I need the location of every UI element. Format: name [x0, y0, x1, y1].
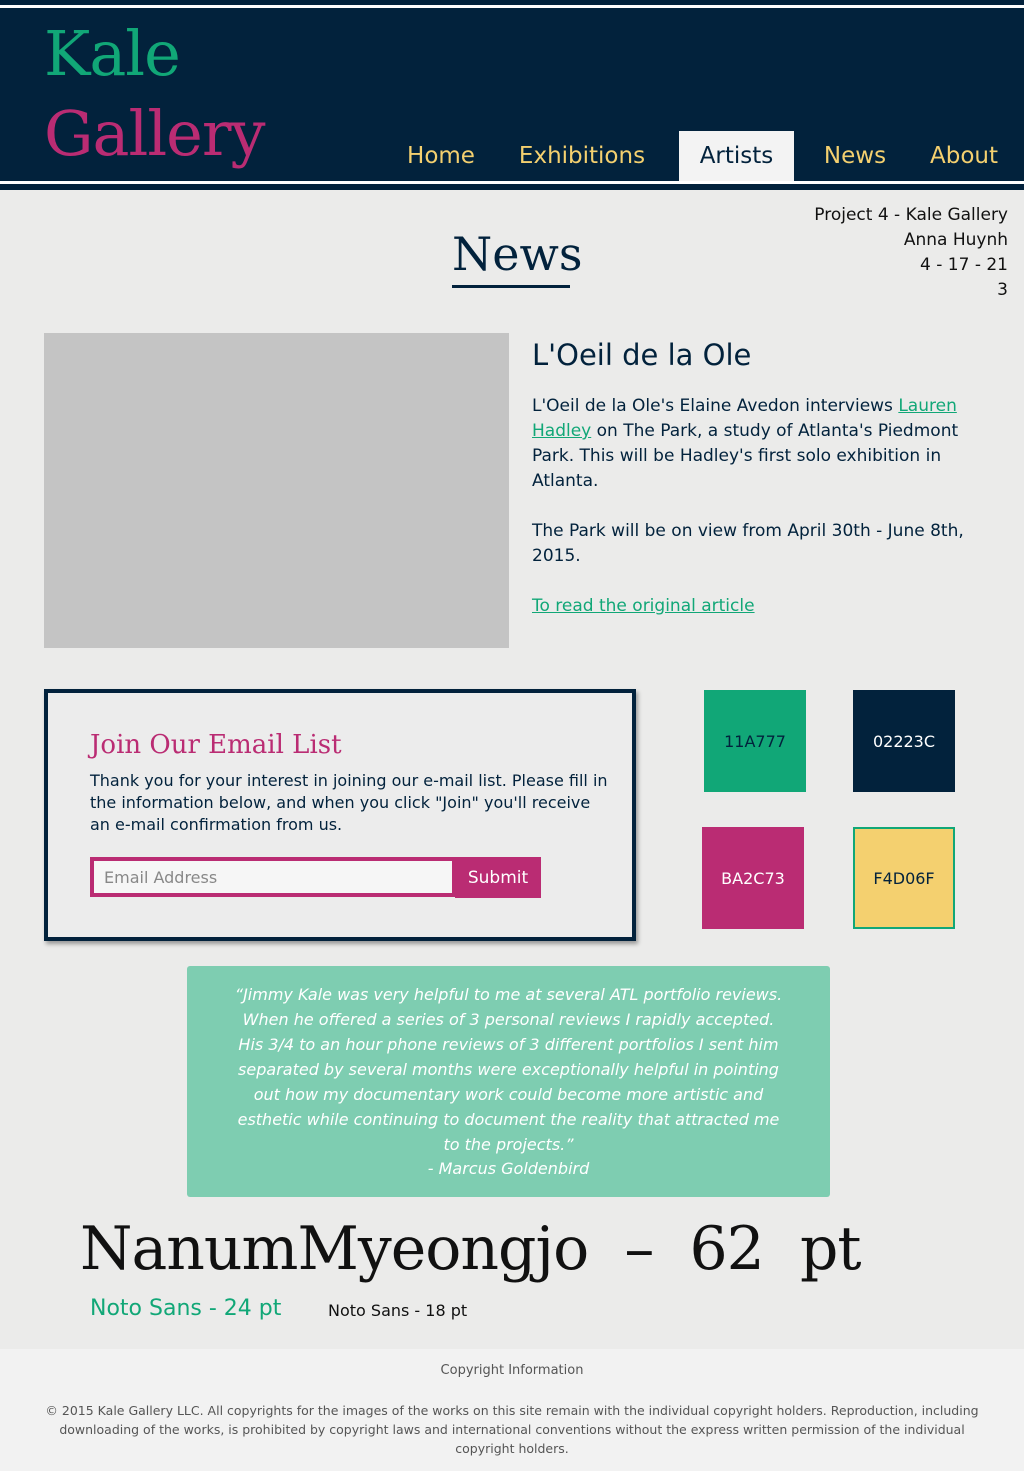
email-signup-title: Join Our Email List — [90, 730, 342, 760]
read-original-article-link[interactable]: To read the original article — [532, 594, 755, 619]
meta-date: 4 - 17 - 21 — [920, 255, 1008, 275]
submit-button[interactable]: Submit — [455, 857, 541, 898]
meta-number: 3 — [997, 280, 1008, 300]
swatch-green-label: 11A777 — [724, 731, 786, 751]
header-bottom-rule — [0, 181, 1024, 184]
nav-artists[interactable]: Artists — [679, 131, 794, 182]
swatch-green: 11A777 — [704, 690, 806, 792]
type-sample-medium: Noto Sans - 24 pt — [90, 1296, 282, 1321]
type-sample-small: Noto Sans - 18 pt — [328, 1301, 468, 1320]
nav-home[interactable]: Home — [395, 131, 487, 182]
swatch-magenta-label: BA2C73 — [721, 868, 785, 888]
testimonial-author: - Marcus Goldenbird — [427, 1159, 590, 1178]
email-signup-box: Join Our Email List Thank you for your i… — [44, 689, 636, 941]
article-intro-rest: on The Park, a study of Atlanta's Piedmo… — [532, 421, 959, 491]
main-nav: Home Exhibitions Artists News About — [0, 131, 1024, 182]
article-intro: L'Oeil de la Ole's Elaine Avedon intervi… — [532, 394, 972, 494]
page-title: News — [452, 227, 583, 281]
email-field[interactable] — [90, 857, 456, 897]
meta-project: Project 4 - Kale Gallery — [814, 205, 1008, 225]
article-title: L'Oeil de la Ole — [532, 338, 752, 372]
testimonial-quote: “Jimmy Kale was very helpful to me at se… — [234, 985, 783, 1154]
swatch-magenta: BA2C73 — [702, 827, 804, 929]
page-title-underline — [452, 285, 570, 288]
site-footer: Copyright Information © 2015 Kale Galler… — [0, 1349, 1024, 1471]
footer-copyright-text: © 2015 Kale Gallery LLC. All copyrights … — [45, 1403, 979, 1456]
swatch-navy-label: 02223C — [872, 731, 936, 751]
nav-exhibitions[interactable]: Exhibitions — [508, 131, 656, 182]
swatch-yellow-label: F4D06F — [873, 868, 935, 888]
footer-title: Copyright Information — [440, 1363, 584, 1378]
swatch-navy: 02223C — [853, 690, 955, 792]
type-sample-large: NanumMyeongjo – 62 pt — [80, 1214, 861, 1284]
project-meta: Project 4 - Kale Gallery Anna Huynh 4 - … — [814, 203, 1008, 303]
article-intro-text: L'Oeil de la Ole's Elaine Avedon intervi… — [532, 396, 899, 416]
article-image-placeholder — [44, 333, 509, 648]
email-signup-description: Thank you for your interest in joining o… — [90, 771, 608, 834]
logo-kale[interactable]: Kale — [44, 16, 181, 92]
meta-author: Anna Huynh — [903, 230, 1008, 250]
header-top-rule — [0, 5, 1024, 8]
swatch-yellow: F4D06F — [853, 827, 955, 929]
article-body: L'Oeil de la Ole's Elaine Avedon intervi… — [532, 394, 972, 594]
nav-news[interactable]: News — [812, 131, 898, 182]
nav-about[interactable]: About — [918, 131, 1010, 182]
site-header: Kale Gallery Home Exhibitions Artists Ne… — [0, 0, 1024, 190]
testimonial-box: “Jimmy Kale was very helpful to me at se… — [187, 966, 830, 1197]
article-view-dates: The Park will be on view from April 30th… — [532, 521, 964, 566]
